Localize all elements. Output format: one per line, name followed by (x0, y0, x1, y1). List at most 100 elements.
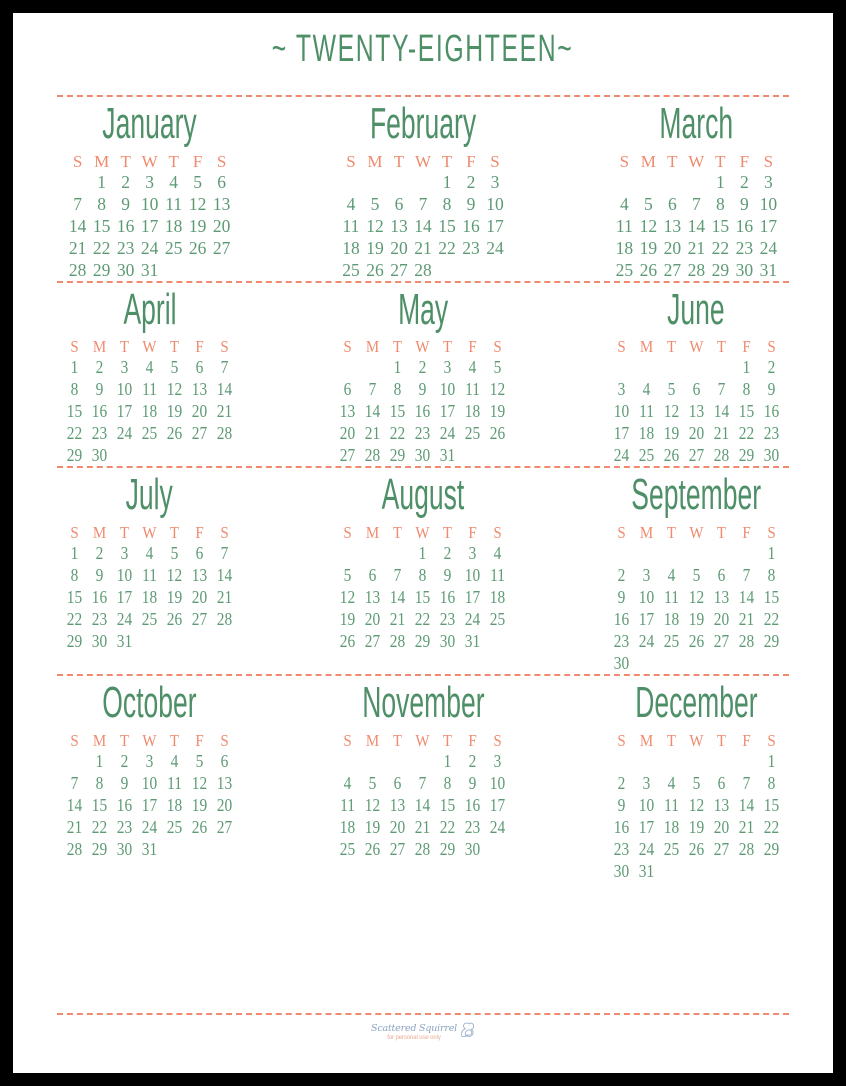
day-cell[interactable]: 27 (189, 608, 211, 630)
day-cell[interactable]: 23 (89, 608, 111, 630)
day-cell[interactable]: 17 (139, 794, 161, 816)
day-cell[interactable]: 3 (487, 750, 509, 772)
day-cell[interactable]: 14 (710, 400, 732, 422)
day-cell[interactable]: 9 (760, 378, 782, 400)
day-cell[interactable]: 1 (437, 750, 459, 772)
day-cell[interactable]: 27 (660, 259, 684, 281)
day-cell[interactable]: 5 (487, 356, 509, 378)
day-cell[interactable]: 19 (186, 215, 210, 237)
day-cell[interactable]: 30 (412, 444, 434, 466)
day-cell[interactable]: 27 (710, 838, 732, 860)
day-cell[interactable]: 4 (339, 193, 363, 215)
day-cell[interactable]: 23 (610, 630, 632, 652)
day-cell[interactable]: 7 (362, 378, 384, 400)
day-cell[interactable]: 24 (756, 237, 780, 259)
day-cell[interactable]: 30 (114, 838, 136, 860)
day-cell[interactable]: 25 (139, 422, 161, 444)
day-cell[interactable]: 8 (412, 564, 434, 586)
day-cell[interactable]: 30 (437, 630, 459, 652)
day-cell[interactable]: 6 (189, 542, 211, 564)
day-cell[interactable]: 31 (139, 838, 161, 860)
day-cell[interactable]: 7 (214, 356, 236, 378)
day-cell[interactable]: 3 (635, 772, 657, 794)
day-cell[interactable]: 27 (685, 444, 707, 466)
day-cell[interactable]: 17 (487, 794, 509, 816)
day-cell[interactable]: 14 (411, 215, 435, 237)
day-cell[interactable]: 8 (760, 564, 782, 586)
day-cell[interactable]: 30 (732, 259, 756, 281)
day-cell[interactable]: 19 (660, 422, 682, 444)
day-cell[interactable]: 13 (685, 400, 707, 422)
day-cell[interactable]: 25 (162, 237, 186, 259)
day-cell[interactable]: 23 (437, 608, 459, 630)
day-cell[interactable]: 22 (64, 422, 86, 444)
day-cell[interactable]: 22 (435, 237, 459, 259)
day-cell[interactable]: 20 (387, 237, 411, 259)
day-cell[interactable]: 1 (90, 171, 114, 193)
day-cell[interactable]: 3 (437, 356, 459, 378)
day-cell[interactable]: 13 (710, 794, 732, 816)
day-cell[interactable]: 26 (164, 422, 186, 444)
day-cell[interactable]: 9 (610, 794, 632, 816)
day-cell[interactable]: 26 (685, 838, 707, 860)
day-cell[interactable]: 1 (64, 356, 86, 378)
day-cell[interactable]: 21 (214, 400, 236, 422)
day-cell[interactable]: 17 (635, 608, 657, 630)
day-cell[interactable]: 16 (437, 586, 459, 608)
day-cell[interactable]: 29 (90, 259, 114, 281)
day-cell[interactable]: 30 (114, 259, 138, 281)
day-cell[interactable]: 29 (708, 259, 732, 281)
day-cell[interactable]: 8 (64, 564, 86, 586)
day-cell[interactable]: 2 (732, 171, 756, 193)
day-cell[interactable]: 23 (89, 422, 111, 444)
day-cell[interactable]: 1 (735, 356, 757, 378)
day-cell[interactable]: 4 (660, 564, 682, 586)
day-cell[interactable]: 25 (660, 630, 682, 652)
day-cell[interactable]: 9 (459, 193, 483, 215)
day-cell[interactable]: 2 (610, 772, 632, 794)
day-cell[interactable]: 8 (89, 772, 111, 794)
day-cell[interactable]: 26 (487, 422, 509, 444)
day-cell[interactable]: 21 (684, 237, 708, 259)
day-cell[interactable]: 4 (612, 193, 636, 215)
day-cell[interactable]: 18 (339, 237, 363, 259)
day-cell[interactable]: 11 (164, 772, 186, 794)
day-cell[interactable]: 2 (89, 542, 111, 564)
day-cell[interactable]: 10 (635, 794, 657, 816)
day-cell[interactable]: 24 (114, 608, 136, 630)
day-cell[interactable]: 18 (337, 816, 359, 838)
day-cell[interactable]: 5 (685, 772, 707, 794)
day-cell[interactable]: 6 (710, 564, 732, 586)
day-cell[interactable]: 8 (735, 378, 757, 400)
day-cell[interactable]: 13 (710, 586, 732, 608)
day-cell[interactable]: 7 (66, 193, 90, 215)
day-cell[interactable]: 21 (412, 816, 434, 838)
day-cell[interactable]: 26 (164, 608, 186, 630)
day-cell[interactable]: 15 (760, 794, 782, 816)
day-cell[interactable]: 31 (462, 630, 484, 652)
day-cell[interactable]: 17 (756, 215, 780, 237)
day-cell[interactable]: 9 (732, 193, 756, 215)
day-cell[interactable]: 9 (89, 378, 111, 400)
day-cell[interactable]: 14 (214, 564, 236, 586)
day-cell[interactable]: 26 (363, 259, 387, 281)
day-cell[interactable]: 8 (760, 772, 782, 794)
day-cell[interactable]: 12 (363, 215, 387, 237)
day-cell[interactable]: 30 (462, 838, 484, 860)
day-cell[interactable]: 22 (735, 422, 757, 444)
day-cell[interactable]: 29 (412, 630, 434, 652)
day-cell[interactable]: 31 (635, 860, 657, 882)
day-cell[interactable]: 22 (412, 608, 434, 630)
day-cell[interactable]: 30 (760, 444, 782, 466)
day-cell[interactable]: 20 (210, 215, 234, 237)
day-cell[interactable]: 16 (459, 215, 483, 237)
day-cell[interactable]: 21 (66, 237, 90, 259)
day-cell[interactable]: 2 (89, 356, 111, 378)
day-cell[interactable]: 12 (685, 586, 707, 608)
day-cell[interactable]: 16 (732, 215, 756, 237)
day-cell[interactable]: 14 (66, 215, 90, 237)
day-cell[interactable]: 26 (636, 259, 660, 281)
day-cell[interactable]: 12 (660, 400, 682, 422)
day-cell[interactable]: 19 (685, 816, 707, 838)
day-cell[interactable]: 12 (186, 193, 210, 215)
